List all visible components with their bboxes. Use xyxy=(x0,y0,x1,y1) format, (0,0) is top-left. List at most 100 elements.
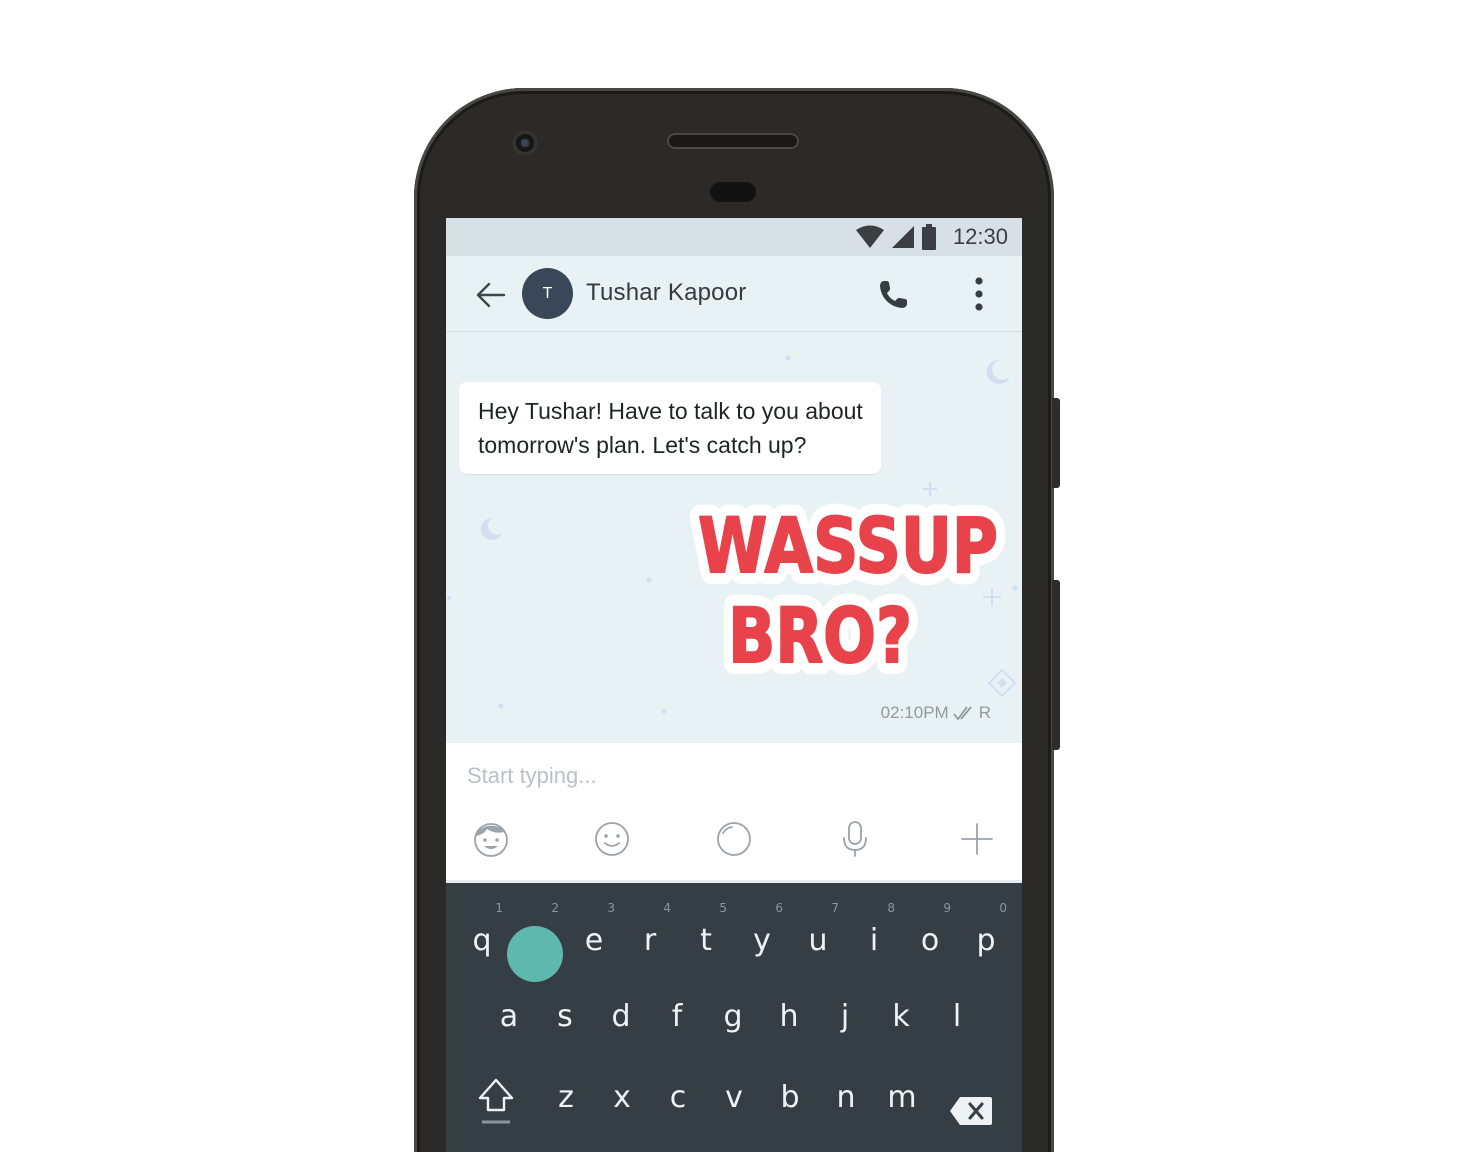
battery-icon xyxy=(921,224,936,250)
key-u[interactable]: 7u xyxy=(791,901,845,961)
front-camera xyxy=(512,130,538,156)
emoji-icon[interactable] xyxy=(592,819,632,859)
key-label: f xyxy=(671,999,683,1034)
keyboard-action-button[interactable] xyxy=(507,926,563,982)
keyboard: 1q2w3e4r5t6y7u8i9o0p asdfghjkl zxcvbnm xyxy=(446,883,1022,1152)
key-g[interactable]: g xyxy=(706,999,760,1059)
key-hint: 4 xyxy=(663,901,671,915)
key-a[interactable]: a xyxy=(482,999,536,1059)
double-tick-icon xyxy=(953,706,972,721)
signal-icon xyxy=(891,226,914,248)
key-label: a xyxy=(499,999,519,1034)
key-e[interactable]: 3e xyxy=(567,901,621,961)
key-j[interactable]: j xyxy=(818,999,872,1059)
key-label: z xyxy=(558,1080,574,1115)
message-composer xyxy=(446,743,1022,883)
key-label: i xyxy=(869,923,879,958)
key-hint: 6 xyxy=(775,901,783,915)
key-label: n xyxy=(836,1080,856,1115)
back-arrow-icon[interactable] xyxy=(474,278,508,312)
phone-screen: 12:30 T Tushar Kapoor Hey Tushar! Have t… xyxy=(446,218,1022,1152)
key-hint: 1 xyxy=(495,901,503,915)
avatar-initial: T xyxy=(542,284,553,302)
read-receipt: R xyxy=(978,703,991,722)
incoming-message-bubble[interactable]: Hey Tushar! Have to talk to you about to… xyxy=(459,382,881,474)
key-m[interactable]: m xyxy=(875,1080,929,1140)
key-hint: 0 xyxy=(999,901,1007,915)
message-time: 02:10PM xyxy=(880,703,949,722)
key-f[interactable]: f xyxy=(650,999,704,1059)
key-b[interactable]: b xyxy=(763,1080,817,1140)
message-meta: 02:10PM R xyxy=(881,703,991,723)
key-t[interactable]: 5t xyxy=(679,901,733,961)
contact-name[interactable]: Tushar Kapoor xyxy=(586,279,746,307)
key-s[interactable]: s xyxy=(538,999,592,1059)
avatar[interactable]: T xyxy=(522,268,573,319)
key-k[interactable]: k xyxy=(874,999,928,1059)
key-d[interactable]: d xyxy=(594,999,648,1059)
incoming-message-text: Hey Tushar! Have to talk to you about to… xyxy=(478,398,863,458)
key-label: t xyxy=(700,923,712,958)
key-label: v xyxy=(725,1080,743,1115)
key-c[interactable]: c xyxy=(651,1080,705,1140)
key-q[interactable]: 1q xyxy=(455,901,509,961)
moments-icon[interactable] xyxy=(714,819,754,859)
power-button xyxy=(1052,398,1060,488)
key-label: q xyxy=(472,923,492,958)
key-l[interactable]: l xyxy=(930,999,984,1059)
sticker-face-icon[interactable] xyxy=(471,819,511,859)
key-label: s xyxy=(557,999,573,1034)
sticker-line2: BRO? xyxy=(728,591,912,680)
key-label: d xyxy=(611,999,631,1034)
chat-area: Hey Tushar! Have to talk to you about to… xyxy=(446,332,1022,743)
key-label: c xyxy=(669,1080,687,1115)
chat-header: T Tushar Kapoor xyxy=(446,256,1022,332)
key-n[interactable]: n xyxy=(819,1080,873,1140)
key-p[interactable]: 0p xyxy=(959,901,1013,961)
earpiece-speaker xyxy=(667,133,799,149)
key-label: x xyxy=(613,1080,631,1115)
proximity-sensor xyxy=(710,182,756,202)
key-label: r xyxy=(643,923,657,958)
key-z[interactable]: z xyxy=(539,1080,593,1140)
volume-button xyxy=(1052,580,1060,750)
phone-icon[interactable] xyxy=(876,278,910,312)
key-label: y xyxy=(753,923,771,958)
key-label: h xyxy=(779,999,799,1034)
key-hint: 7 xyxy=(831,901,839,915)
message-input[interactable] xyxy=(465,757,989,795)
key-label: j xyxy=(840,999,850,1034)
key-hint: 3 xyxy=(607,901,615,915)
wassup-bro-sticker[interactable]: WASSUP BRO? WASSUP BRO? xyxy=(676,492,1011,692)
key-label: p xyxy=(976,923,996,958)
key-label: k xyxy=(892,999,910,1034)
device-mockup: 12:30 T Tushar Kapoor Hey Tushar! Have t… xyxy=(0,0,1472,1152)
backspace-icon[interactable] xyxy=(948,1095,994,1127)
key-hint: 8 xyxy=(887,901,895,915)
status-icons: 12:30 xyxy=(855,224,1008,250)
key-o[interactable]: 9o xyxy=(903,901,957,961)
status-time: 12:30 xyxy=(952,224,1008,249)
key-label: m xyxy=(887,1080,917,1115)
key-hint: 2 xyxy=(551,901,559,915)
key-label: l xyxy=(952,999,962,1034)
wifi-icon xyxy=(855,225,884,248)
key-r[interactable]: 4r xyxy=(623,901,677,961)
key-label: u xyxy=(808,923,828,958)
key-x[interactable]: x xyxy=(595,1080,649,1140)
key-h[interactable]: h xyxy=(762,999,816,1059)
shift-icon[interactable] xyxy=(474,1076,518,1126)
sticker-line1: WASSUP xyxy=(698,501,998,590)
key-label: b xyxy=(780,1080,800,1115)
more-vert-icon[interactable] xyxy=(966,276,992,312)
key-v[interactable]: v xyxy=(707,1080,761,1140)
key-y[interactable]: 6y xyxy=(735,901,789,961)
plus-icon[interactable] xyxy=(957,819,997,859)
key-label: e xyxy=(584,923,604,958)
microphone-icon[interactable] xyxy=(835,819,875,859)
key-label: o xyxy=(920,923,940,958)
key-label: g xyxy=(723,999,743,1034)
key-hint: 9 xyxy=(943,901,951,915)
status-bar: 12:30 xyxy=(446,218,1022,256)
key-i[interactable]: 8i xyxy=(847,901,901,961)
